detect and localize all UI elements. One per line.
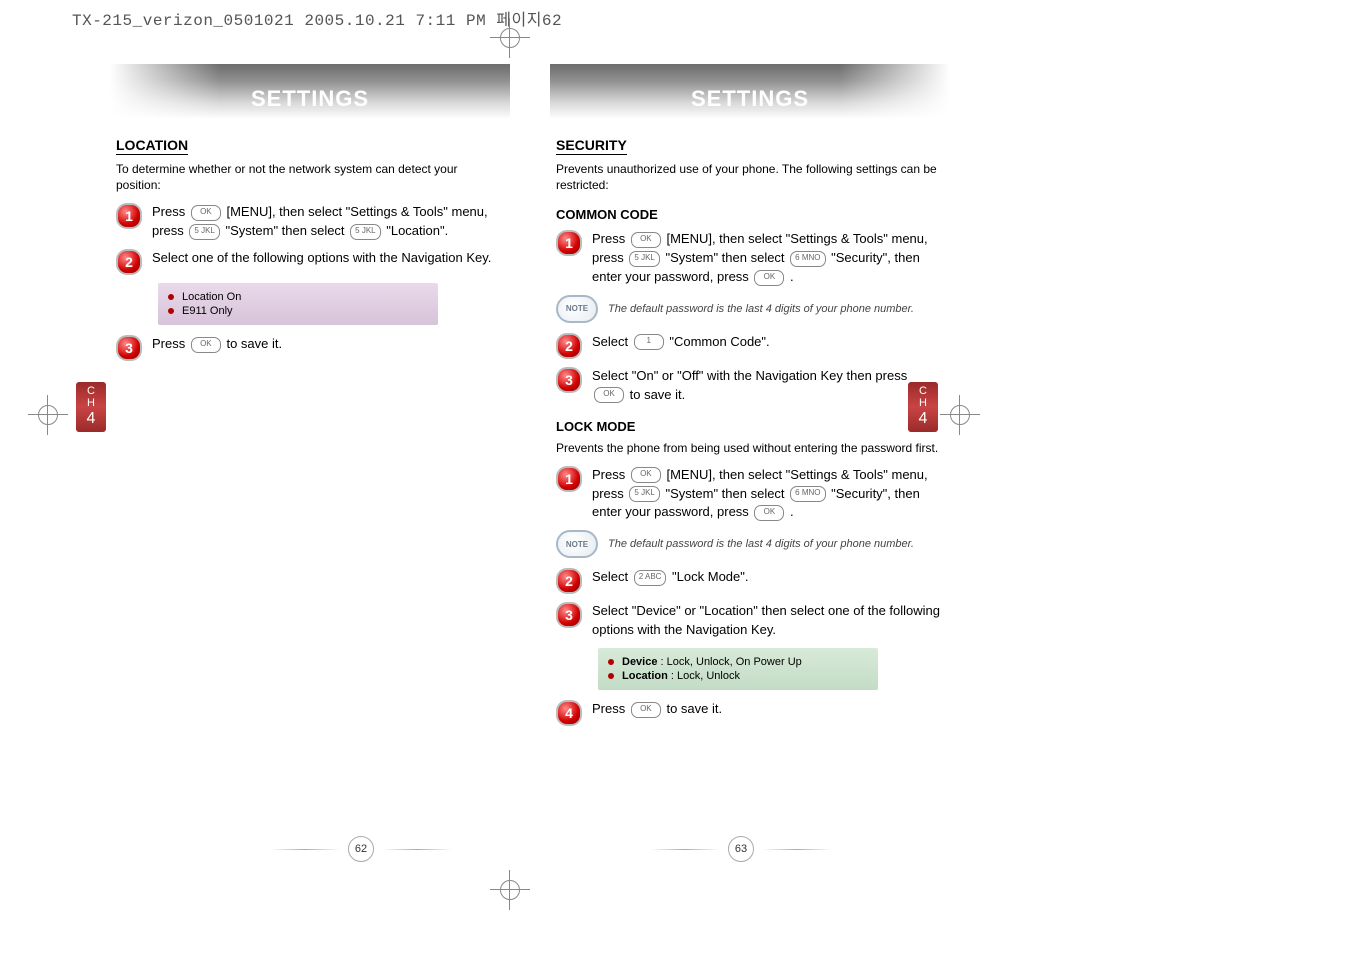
registration-mark xyxy=(490,870,530,910)
key-icon: OK xyxy=(191,337,221,353)
step-badge-icon: 1 xyxy=(556,230,582,256)
step-4: 4 Press OK to save it. xyxy=(556,700,944,726)
key-icon: OK xyxy=(631,232,661,248)
bullet-icon xyxy=(168,294,174,300)
key-icon: OK xyxy=(754,270,784,286)
section-heading-security: SECURITY xyxy=(556,137,627,155)
step-badge-icon: 3 xyxy=(556,367,582,393)
key-icon: 5 JKL xyxy=(629,251,659,267)
key-icon: 6 MNO xyxy=(790,486,825,502)
step-2: 2 Select 1 "Common Code". xyxy=(556,333,944,359)
key-icon: 6 MNO xyxy=(790,251,825,267)
note-icon: NOTE xyxy=(556,295,598,323)
registration-mark xyxy=(28,395,68,435)
step-3: 3 Press OK to save it. xyxy=(116,335,504,361)
step-3: 3 Select "On" or "Off" with the Navigati… xyxy=(556,367,944,405)
step-2: 2 Select 2 ABC "Lock Mode". xyxy=(556,568,944,594)
step-1: 1 Press OK [MENU], then select "Settings… xyxy=(556,230,944,287)
key-icon: 1 xyxy=(634,334,664,350)
intro-text: Prevents unauthorized use of your phone.… xyxy=(556,161,944,193)
step-badge-icon: 1 xyxy=(116,203,142,229)
note-icon: NOTE xyxy=(556,530,598,558)
bullet-icon xyxy=(168,308,174,314)
section-banner: SETTINGS xyxy=(550,64,950,119)
subsection-common-code: COMMON CODE xyxy=(556,207,944,222)
step-badge-icon: 2 xyxy=(556,333,582,359)
section-banner: SETTINGS xyxy=(110,64,510,119)
step-badge-icon: 1 xyxy=(556,466,582,492)
file-info-header: TX-215_verizon_0501021 2005.10.21 7:11 P… xyxy=(72,6,562,30)
page-right: SETTINGS SECURITY Prevents unauthorized … xyxy=(550,44,950,734)
page-number-ornament: 62 xyxy=(270,836,452,862)
page-left: SETTINGS LOCATION To determine whether o… xyxy=(110,44,510,369)
key-icon: OK xyxy=(594,387,624,403)
intro-text: Prevents the phone from being used witho… xyxy=(556,440,944,456)
subsection-lock-mode: LOCK MODE xyxy=(556,419,944,434)
step-badge-icon: 2 xyxy=(556,568,582,594)
step-badge-icon: 3 xyxy=(116,335,142,361)
bullet-icon xyxy=(608,659,614,665)
step-2: 2 Select one of the following options wi… xyxy=(116,249,504,275)
chapter-tab: C H 4 xyxy=(76,382,106,432)
step-badge-icon: 2 xyxy=(116,249,142,275)
note: NOTE The default password is the last 4 … xyxy=(556,295,944,323)
step-badge-icon: 3 xyxy=(556,602,582,628)
step-3: 3 Select "Device" or "Location" then sel… xyxy=(556,602,944,640)
section-heading-location: LOCATION xyxy=(116,137,188,155)
intro-text: To determine whether or not the network … xyxy=(116,161,504,193)
options-box: Device : Lock, Unlock, On Power Up Locat… xyxy=(598,648,878,690)
key-icon: 5 JKL xyxy=(189,224,219,240)
key-icon: OK xyxy=(191,205,221,221)
step-badge-icon: 4 xyxy=(556,700,582,726)
key-icon: 5 JKL xyxy=(629,486,659,502)
options-box: Location On E911 Only xyxy=(158,283,438,325)
key-icon: OK xyxy=(631,702,661,718)
key-icon: 5 JKL xyxy=(350,224,380,240)
key-icon: OK xyxy=(631,467,661,483)
key-icon: 2 ABC xyxy=(634,570,667,586)
page-number-ornament: 63 xyxy=(650,836,832,862)
note: NOTE The default password is the last 4 … xyxy=(556,530,944,558)
bullet-icon xyxy=(608,673,614,679)
step-1: 1 Press OK [MENU], then select "Settings… xyxy=(116,203,504,241)
step-1: 1 Press OK [MENU], then select "Settings… xyxy=(556,466,944,523)
key-icon: OK xyxy=(754,505,784,521)
